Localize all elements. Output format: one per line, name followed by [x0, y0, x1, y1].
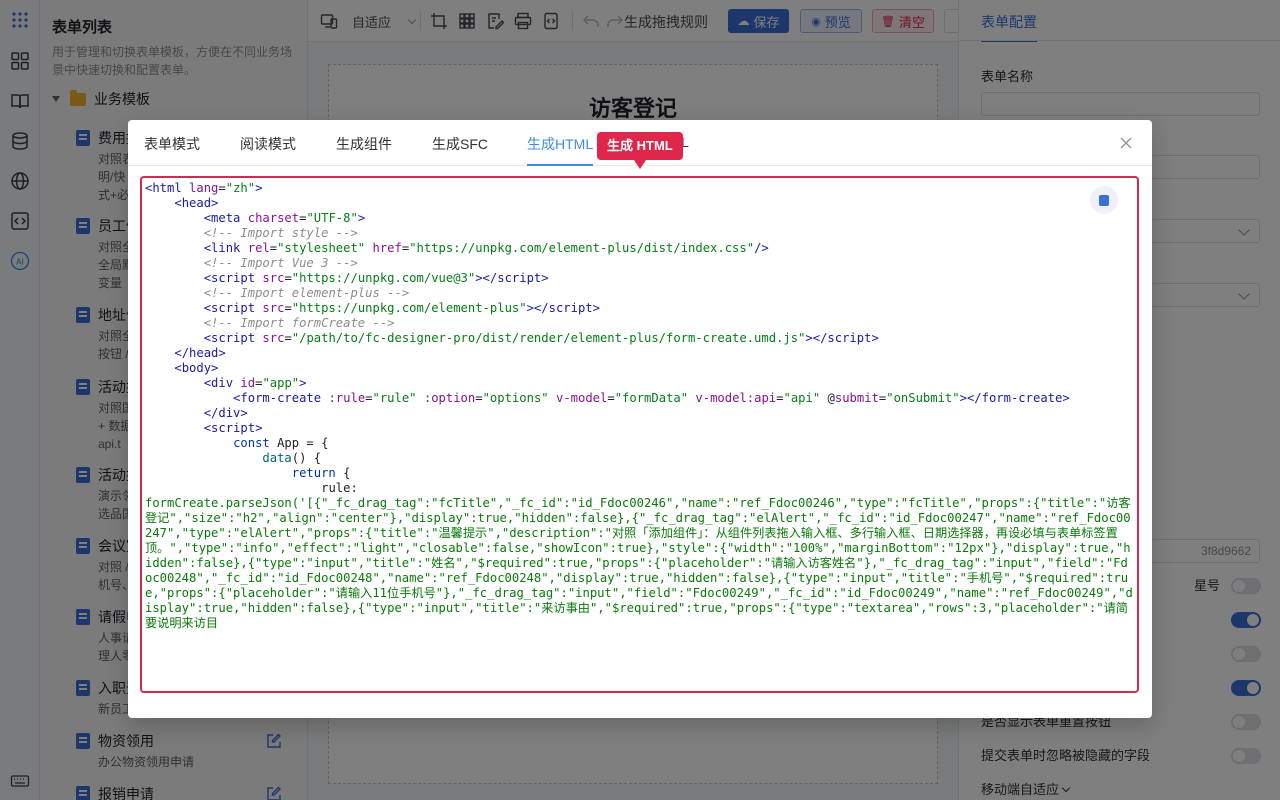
copy-icon[interactable]: [1090, 186, 1118, 214]
tab-gen-sfc[interactable]: 生成SFC: [432, 134, 488, 166]
code-preview-modal: 表单模式 阅读模式 生成组件 生成SFC 生成HTML L 生成 HTML <h…: [128, 120, 1152, 718]
tab-gen-component[interactable]: 生成组件: [336, 134, 392, 166]
tooltip-callout: 生成 HTML: [597, 132, 683, 169]
html-code-view[interactable]: <html lang="zh"> <head> <meta charset="U…: [140, 176, 1139, 693]
tab-gen-html[interactable]: 生成HTML: [527, 134, 594, 166]
code-content: <html lang="zh"> <head> <meta charset="U…: [145, 181, 1133, 630]
tab-read-mode[interactable]: 阅读模式: [240, 134, 296, 166]
rule-json: formCreate.parseJson('[{"_fc_drag_tag":"…: [145, 496, 1133, 630]
close-icon[interactable]: [1118, 135, 1134, 151]
tab-form-mode[interactable]: 表单模式: [144, 134, 200, 166]
